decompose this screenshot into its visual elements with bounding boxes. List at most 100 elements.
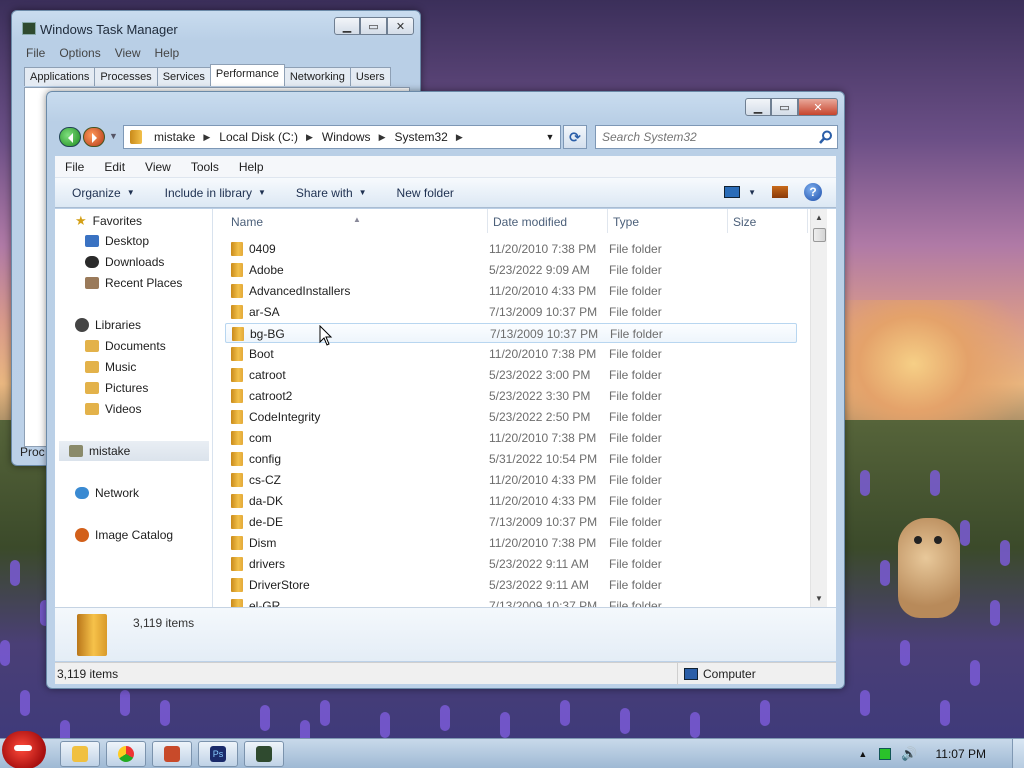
nav-user-mistake[interactable]: mistake	[59, 441, 209, 461]
search-input[interactable]	[596, 126, 806, 148]
file-row[interactable]: DriverStore 5/23/2022 9:11 AM File folder	[225, 575, 797, 595]
file-row[interactable]: com 11/20/2010 7:38 PM File folder	[225, 428, 797, 448]
close-button[interactable]: ✕	[798, 98, 838, 116]
tab-services[interactable]: Services	[156, 67, 211, 86]
column-divider[interactable]	[727, 209, 728, 233]
menu-file[interactable]: File	[65, 160, 84, 174]
nav-image-catalog[interactable]: Image Catalog	[75, 528, 173, 542]
help-icon[interactable]: ?	[804, 183, 822, 201]
minimize-button[interactable]: ▁	[745, 98, 771, 116]
breadcrumb-windows[interactable]: Windows	[322, 130, 371, 144]
taskbar-explorer-button[interactable]	[60, 741, 100, 767]
file-row[interactable]: drivers 5/23/2022 9:11 AM File folder	[225, 554, 797, 574]
file-row[interactable]: de-DE 7/13/2009 10:37 PM File folder	[225, 512, 797, 532]
file-row[interactable]: CodeIntegrity 5/23/2022 2:50 PM File folde…	[225, 407, 797, 427]
column-name[interactable]: Name	[231, 215, 263, 229]
explorer-window[interactable]: ▁ ▭ ✕ ▼ mistake ▶ Local Disk (C:) ▶ Wind…	[46, 91, 845, 689]
file-row[interactable]: config 5/31/2022 10:54 PM File folder	[225, 449, 797, 469]
show-hidden-icons-icon[interactable]: ▲	[858, 749, 867, 759]
organize-button[interactable]: Organize ▼	[72, 186, 135, 200]
back-button[interactable]	[59, 127, 81, 147]
nav-recent-places[interactable]: Recent Places	[85, 276, 182, 290]
minimize-button[interactable]: ▁	[334, 17, 360, 35]
maximize-button[interactable]: ▭	[771, 98, 798, 116]
column-type[interactable]: Type	[613, 215, 639, 229]
breadcrumb-system32[interactable]: System32	[394, 130, 447, 144]
nav-pictures[interactable]: Pictures	[85, 381, 148, 395]
explorer-content: ★ Favorites Desktop Downloads Recent Pla…	[55, 209, 836, 607]
search-icon[interactable]	[819, 130, 833, 144]
address-dropdown-icon[interactable]: ▼	[540, 126, 560, 148]
breadcrumb-mistake[interactable]: mistake	[154, 130, 195, 144]
nav-desktop[interactable]: Desktop	[85, 234, 149, 248]
nav-music[interactable]: Music	[85, 360, 136, 374]
column-divider[interactable]	[607, 209, 608, 233]
menu-tools[interactable]: Tools	[191, 160, 219, 174]
scroll-up-icon[interactable]: ▲	[815, 213, 823, 222]
refresh-button[interactable]: ⟳	[563, 125, 587, 149]
menu-help[interactable]: Help	[155, 46, 180, 60]
file-row[interactable]: cs-CZ 11/20/2010 4:33 PM File folder	[225, 470, 797, 490]
vertical-scrollbar[interactable]: ▲ ▼	[810, 209, 827, 607]
menu-view[interactable]: View	[115, 46, 141, 60]
show-desktop-button[interactable]	[1012, 739, 1024, 768]
address-bar[interactable]: mistake ▶ Local Disk (C:) ▶ Windows ▶ Sy…	[123, 125, 561, 149]
file-row[interactable]: 0409 11/20/2010 7:38 PM File folder	[225, 239, 797, 259]
column-size[interactable]: Size	[733, 215, 756, 229]
taskbar-chrome-button[interactable]	[106, 741, 146, 767]
tab-processes[interactable]: Processes	[94, 67, 158, 86]
tab-performance[interactable]: Performance	[209, 64, 285, 86]
taskbar-photoshop-button[interactable]: Ps	[198, 741, 238, 767]
file-row[interactable]: el-GR 7/13/2009 10:37 PM File folder	[225, 596, 797, 607]
column-divider[interactable]	[807, 209, 808, 233]
nav-downloads[interactable]: Downloads	[85, 255, 164, 269]
column-divider[interactable]	[487, 209, 488, 233]
file-row[interactable]: catroot2 5/23/2022 3:30 PM File folder	[225, 386, 797, 406]
taskbar-task-manager-button[interactable]	[244, 741, 284, 767]
tab-networking[interactable]: Networking	[283, 67, 351, 86]
recent-pages-icon[interactable]: ▼	[109, 131, 118, 141]
file-row[interactable]: da-DK 11/20/2010 4:33 PM File folder	[225, 491, 797, 511]
menu-help[interactable]: Help	[239, 160, 264, 174]
start-button[interactable]	[2, 731, 46, 768]
file-row[interactable]: bg-BG 7/13/2009 10:37 PM File folder	[225, 323, 797, 343]
share-with-button[interactable]: Share with ▼	[296, 186, 367, 200]
menu-view[interactable]: View	[145, 160, 171, 174]
file-row[interactable]: catroot 5/23/2022 3:00 PM File folder	[225, 365, 797, 385]
include-in-library-button[interactable]: Include in library ▼	[165, 186, 266, 200]
volume-icon[interactable]: 🔊	[901, 746, 917, 762]
tab-users[interactable]: Users	[349, 67, 391, 86]
file-row[interactable]: ar-SA 7/13/2009 10:37 PM File folder	[225, 302, 797, 322]
nav-documents[interactable]: Documents	[85, 339, 166, 353]
menu-edit[interactable]: Edit	[104, 160, 125, 174]
nav-videos[interactable]: Videos	[85, 402, 141, 416]
scroll-down-icon[interactable]: ▼	[815, 594, 823, 603]
chevron-right-icon[interactable]: ▶	[203, 132, 210, 143]
change-view-button[interactable]: ▼	[724, 186, 756, 198]
new-folder-button[interactable]: New folder	[397, 186, 454, 200]
breadcrumb-local-disk[interactable]: Local Disk (C:)	[219, 130, 298, 144]
menu-options[interactable]: Options	[59, 46, 100, 60]
nav-libraries[interactable]: Libraries	[75, 318, 141, 332]
close-button[interactable]: ✕	[387, 17, 414, 35]
nav-network[interactable]: Network	[75, 486, 139, 500]
column-date-modified[interactable]: Date modified	[493, 215, 567, 229]
chevron-right-icon[interactable]: ▶	[306, 132, 313, 143]
file-row[interactable]: Dism 11/20/2010 7:38 PM File folder	[225, 533, 797, 553]
clock[interactable]: 11:07 PM	[936, 747, 986, 761]
file-row[interactable]: Adobe 5/23/2022 9:09 AM File folder	[225, 260, 797, 280]
taskbar-media-button[interactable]	[152, 741, 192, 767]
maximize-button[interactable]: ▭	[360, 17, 387, 35]
scroll-thumb[interactable]	[813, 228, 826, 242]
file-row[interactable]: AdvancedInstallers 11/20/2010 4:33 PM File…	[225, 281, 797, 301]
chevron-right-icon[interactable]: ▶	[456, 132, 463, 143]
chevron-right-icon[interactable]: ▶	[379, 132, 386, 143]
network-status-icon[interactable]	[879, 748, 892, 760]
menu-file[interactable]: File	[26, 46, 45, 60]
tab-applications[interactable]: Applications	[24, 67, 96, 86]
forward-button[interactable]	[83, 127, 105, 147]
file-row[interactable]: Boot 11/20/2010 7:38 PM File folder	[225, 344, 797, 364]
preview-pane-icon[interactable]	[772, 186, 788, 198]
nav-favorites[interactable]: ★ Favorites	[75, 213, 142, 229]
search-box[interactable]	[595, 125, 838, 149]
